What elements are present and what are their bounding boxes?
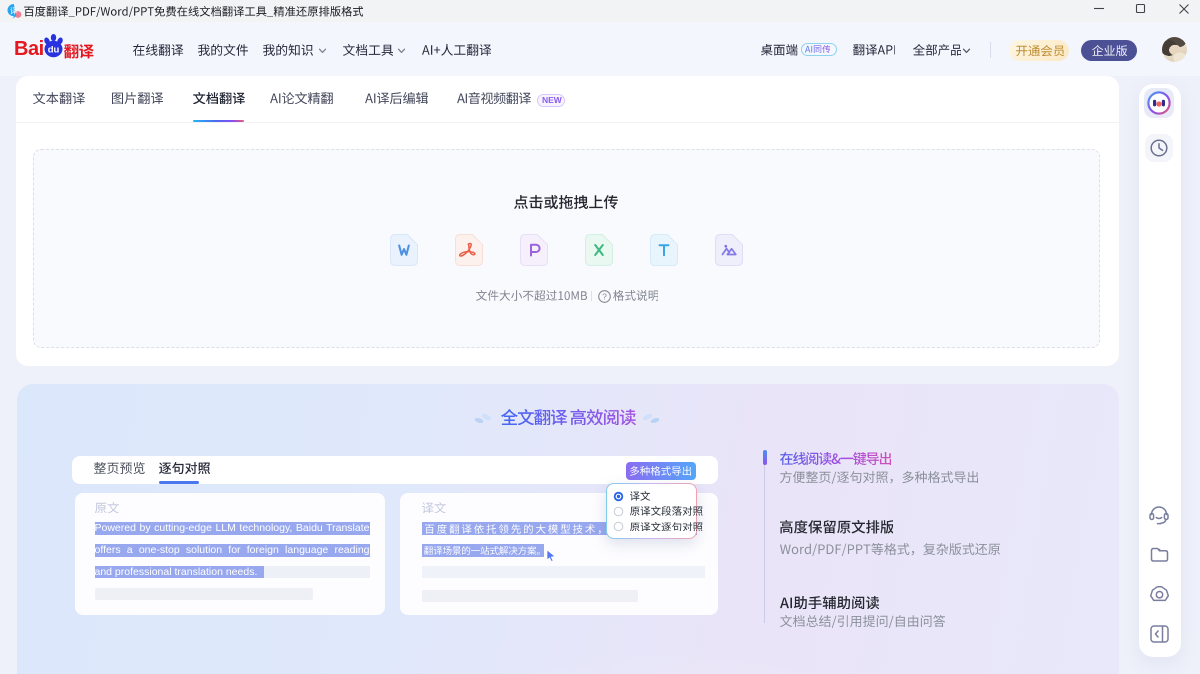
svg-text:译: 译 [10, 6, 18, 15]
svg-text:?: ? [602, 291, 607, 301]
svg-text:du: du [48, 45, 60, 56]
